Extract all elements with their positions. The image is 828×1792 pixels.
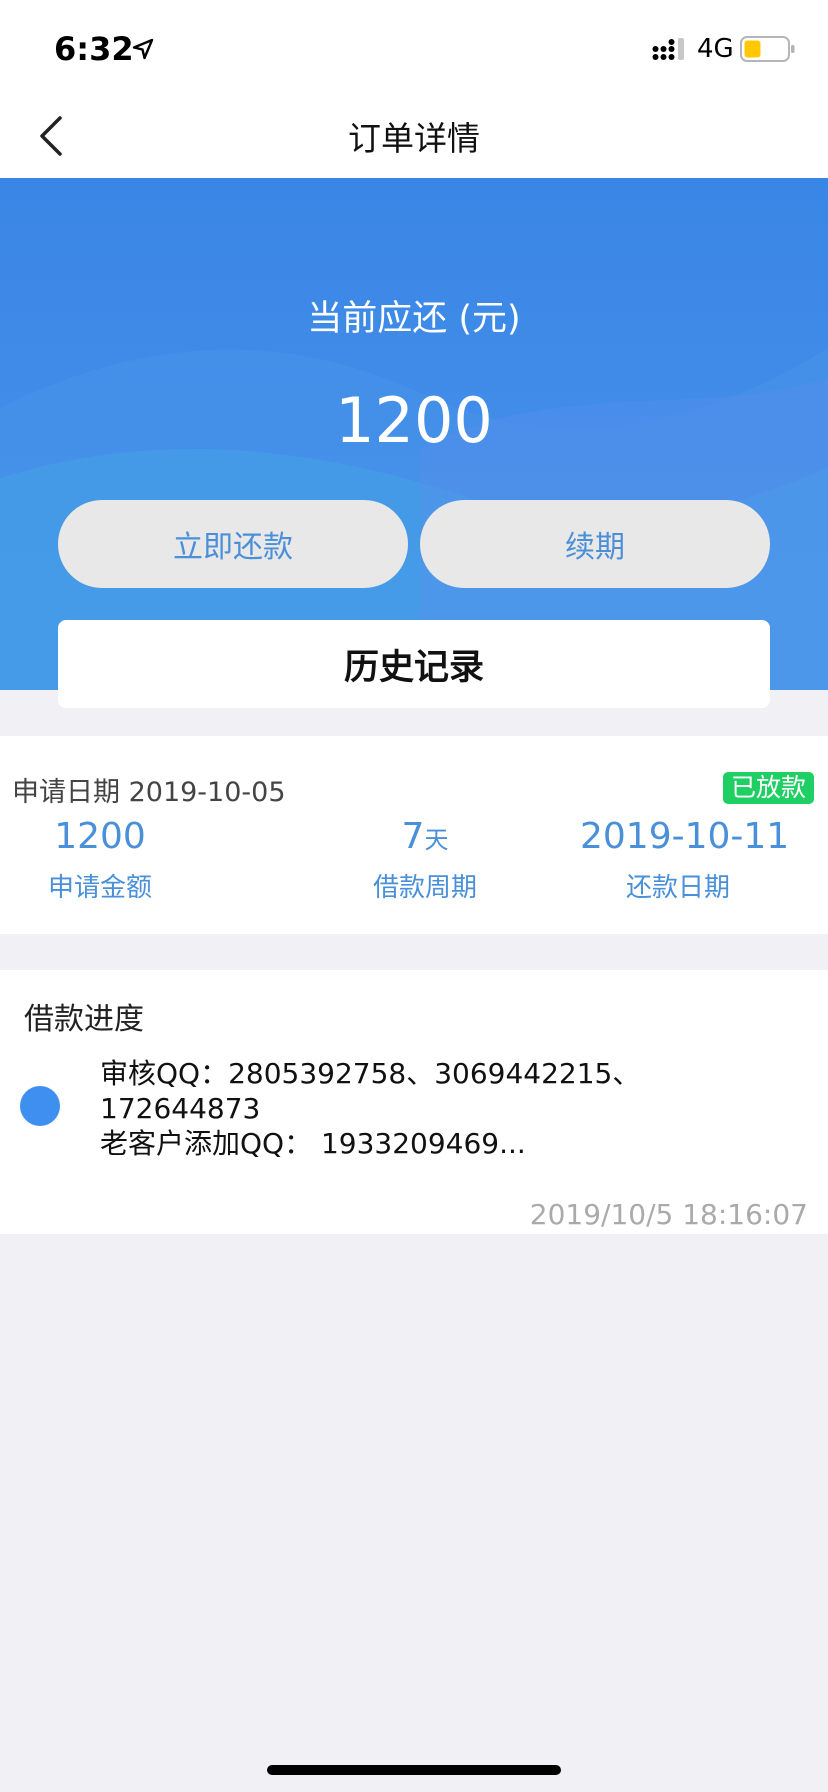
loan-period-unit: 天 [424,826,449,854]
progress-dot-icon [20,1086,60,1126]
apply-date-label: 申请日期 [12,777,120,808]
network-label: 4G [697,34,734,64]
renew-button[interactable]: 续期 [420,500,770,588]
repay-now-button[interactable]: 立即还款 [58,500,408,588]
nav-bar: 订单详情 [0,94,828,178]
loan-summary-card: 申请日期 2019-10-05 已放款 1200 申请金额 7天 借款周期 20… [0,736,828,934]
apply-amount-label: 申请金额 [47,873,152,903]
amount-due-caption: 当前应还 (元) [307,299,521,339]
screen: 6:32 4G 订单详情 当前应还 (元) 1200 立即还款 续期 历史记录 … [0,0,828,1792]
status-bar: 6:32 4G [0,0,828,94]
loan-progress-card: 借款进度 审核QQ：2805392758、3069442215、 1726448… [0,970,828,1234]
status-badge: 已放款 [723,772,815,804]
stat-loan-period: 7天 借款周期 [360,816,490,904]
progress-message: 审核QQ：2805392758、3069442215、 172644873 老客… [100,1056,800,1161]
apply-amount-value: 1200 [54,816,146,857]
battery-icon [740,36,795,62]
stat-due-date: 2019-10-11 还款日期 [580,816,790,904]
page-title: 订单详情 [348,119,480,158]
loan-period-value: 7天 [360,816,490,857]
history-button[interactable]: 历史记录 [58,620,770,708]
hero-banner: 当前应还 (元) 1200 立即还款 续期 [0,178,828,690]
due-date-label: 还款日期 [625,873,730,903]
loan-period-label: 借款周期 [372,873,477,903]
home-indicator[interactable] [267,1765,561,1775]
progress-line: 老客户添加QQ： 1933209469... [100,1127,526,1160]
apply-date: 申请日期 2019-10-05 [12,770,286,809]
location-arrow-icon [132,38,154,60]
loan-period-number: 7 [401,816,425,857]
apply-date-value: 2019-10-05 [128,777,286,808]
progress-line: 172644873 [100,1092,261,1125]
signal-icon [652,38,684,60]
amount-due-value: 1200 [335,384,493,457]
progress-line: 审核QQ：2805392758、3069442215、 [100,1057,641,1090]
stat-apply-amount: 1200 申请金额 [30,816,170,904]
progress-title: 借款进度 [24,1002,144,1037]
status-time: 6:32 [54,30,134,68]
due-date-value: 2019-10-11 [580,816,790,857]
progress-timestamp: 2019/10/5 18:16:07 [529,1198,808,1231]
